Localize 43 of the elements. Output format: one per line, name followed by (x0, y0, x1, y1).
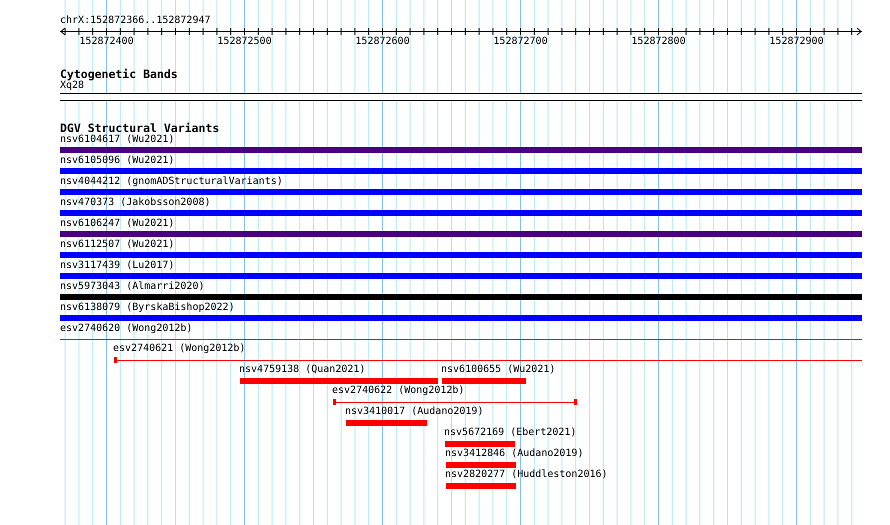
variant-label: nsv3117439 (Lu2017) (60, 260, 174, 272)
variant-bar[interactable] (346, 420, 427, 426)
variant-label: nsv6104617 (Wu2021) (60, 134, 174, 146)
variant-label: esv2740622 (Wong2012b) (332, 385, 464, 397)
ruler-tick-label: 152872400 (79, 36, 134, 47)
variant-bar[interactable] (446, 483, 516, 489)
variant-label: nsv470373 (Jakobsson2008) (60, 197, 211, 209)
variant-label: esv2740621 (Wong2012b) (113, 343, 246, 355)
variant-label: nsv3412846 (Audano2019) (445, 448, 584, 460)
variant-bar[interactable] (60, 168, 862, 174)
variant-bar[interactable] (60, 294, 862, 300)
variant-label: nsv4759138 (Quan2021) (239, 364, 366, 376)
variant-label: nsv5672169 (Ebert2021) (444, 427, 576, 439)
variant-bar[interactable] (442, 378, 526, 384)
variant-bar[interactable] (240, 378, 438, 384)
location-label: chrX:152872366..152872947 (60, 15, 211, 27)
variant-bar[interactable] (60, 231, 862, 237)
ruler-tick-label: 152872900 (769, 36, 824, 47)
variant-label: nsv6112507 (Wu2021) (60, 239, 174, 251)
variant-bar[interactable] (445, 441, 515, 447)
track-title: Cytogenetic Bands (60, 68, 178, 80)
ruler-tick-label: 152872600 (355, 36, 410, 47)
variant-label: nsv5973043 (Almarri2020) (60, 281, 204, 293)
variant-bar[interactable] (60, 252, 862, 258)
variant-bar[interactable] (60, 273, 862, 279)
variant-bar[interactable] (446, 462, 516, 468)
variant-label: nsv2820277 (Huddleston2016) (445, 469, 608, 481)
variant-bar[interactable] (60, 147, 862, 153)
variant-label: esv2740620 (Wong2012b) (60, 323, 192, 335)
variant-label: nsv6100655 (Wu2021) (441, 364, 556, 376)
variant-label: nsv3410017 (Audano2019) (345, 406, 484, 418)
variant-bar[interactable] (60, 315, 862, 321)
variant-label: nsv6138079 (ByrskaBishop2022) (60, 302, 235, 314)
variant-bar[interactable] (60, 189, 862, 195)
ruler-tick-label: 152872800 (631, 36, 686, 47)
variant-bar[interactable] (60, 210, 862, 216)
track-title: DGV Structural Variants (60, 122, 220, 134)
variant-label: nsv6105096 (Wu2021) (60, 155, 174, 167)
variant-label: nsv4044212 (gnomADStructuralVariants) (60, 176, 283, 188)
ruler-tick-label: 152872700 (493, 36, 548, 47)
ruler-tick-label: 152872500 (217, 36, 272, 47)
band-label: Xq28 (60, 80, 84, 92)
variant-label: nsv6106247 (Wu2021) (60, 218, 174, 230)
